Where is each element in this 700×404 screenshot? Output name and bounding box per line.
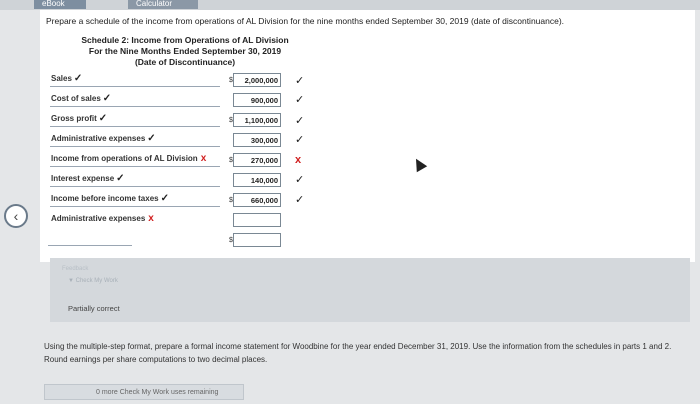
check-icon: ✓ — [295, 94, 305, 106]
amount-input-sales[interactable]: 2,000,000 — [233, 73, 281, 87]
check-icon: ✓ — [295, 134, 305, 146]
amount-input-blank[interactable] — [233, 213, 281, 227]
check-icon: ✓ — [116, 173, 125, 184]
row-divider — [50, 166, 220, 167]
ebook-tab[interactable]: eBook — [34, 0, 86, 9]
schedule-title: Schedule 2: Income from Operations of AL… — [81, 35, 289, 45]
amount-input-cost-of-sales[interactable]: 900,000 — [233, 93, 281, 107]
x-icon: x — [295, 154, 302, 166]
row-divider — [50, 206, 220, 207]
row-label-cost-of-sales[interactable]: Cost of sales ✓ — [51, 93, 111, 104]
amount-input-interest-expense[interactable]: 140,000 — [233, 173, 281, 187]
feedback-title: Feedback — [62, 266, 89, 272]
instructions: Prepare a schedule of the income from op… — [46, 16, 565, 26]
schedule-header: Schedule 2: Income from Operations of AL… — [80, 35, 290, 68]
amount-input-gross-profit[interactable]: 1,100,000 — [233, 113, 281, 127]
row-divider — [50, 126, 220, 127]
schedule-subtitle: For the Nine Months Ended September 30, … — [88, 46, 282, 56]
amount-input-final[interactable] — [233, 233, 281, 247]
top-toolbar: eBook Calculator — [0, 0, 700, 10]
row-divider — [50, 86, 220, 87]
row-label-sales[interactable]: Sales ✓ — [51, 73, 82, 84]
question-text: Using the multiple-step format, prepare … — [44, 342, 672, 364]
check-icon: ✓ — [295, 75, 305, 87]
row-label-income-from-operations[interactable]: Income from operations of AL Division x — [51, 153, 206, 164]
check-icon: ✓ — [147, 133, 156, 144]
feedback-status: Partially correct — [68, 304, 120, 313]
row-label-administrative-expenses[interactable]: Administrative expenses ✓ — [51, 133, 156, 144]
row-label-interest-expense[interactable]: Interest expense ✓ — [51, 173, 125, 184]
check-icon: ✓ — [295, 115, 305, 127]
amount-input-income-from-operations[interactable]: 270,000 — [233, 153, 281, 167]
row-divider — [50, 106, 220, 107]
schedule-date-line: (Date of Discontinuance) — [134, 57, 236, 67]
row-divider — [48, 245, 132, 246]
amount-input-administrative-expenses[interactable]: 300,000 — [233, 133, 281, 147]
amount-input-income-before-taxes[interactable]: 660,000 — [233, 193, 281, 207]
calculator-tab[interactable]: Calculator — [128, 0, 198, 9]
check-icon: ✓ — [73, 73, 83, 84]
row-label-gross-profit[interactable]: Gross profit ✓ — [51, 113, 107, 124]
feedback-panel: Feedback ▼ Check My Work Partially corre… — [50, 258, 690, 322]
check-icon: ✓ — [160, 193, 169, 204]
check-icon: ✓ — [295, 174, 305, 186]
x-icon: x — [148, 213, 154, 224]
row-divider — [50, 186, 220, 187]
check-icon: ✓ — [102, 93, 112, 104]
row-label-administrative-expenses-2[interactable]: Administrative expenses x — [51, 213, 154, 224]
x-icon: x — [200, 153, 207, 164]
row-divider — [50, 146, 220, 147]
check-icon: ✓ — [98, 113, 108, 124]
row-label-income-before-taxes[interactable]: Income before income taxes ✓ — [51, 193, 169, 204]
check-icon: ✓ — [295, 194, 305, 206]
check-my-work-remaining: 0 more Check My Work uses remaining — [96, 389, 219, 396]
chevron-left-icon[interactable]: ‹ — [4, 204, 28, 228]
check-my-work-label: ▼ Check My Work — [68, 278, 118, 284]
